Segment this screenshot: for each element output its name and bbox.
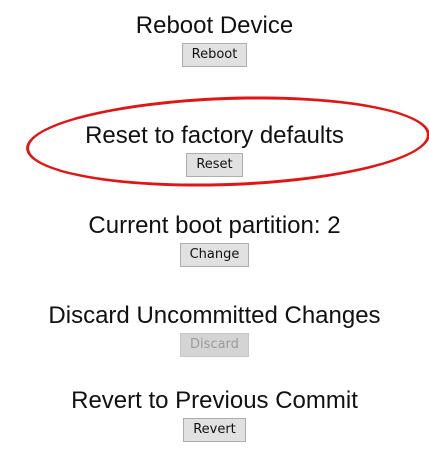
revert-section: Revert to Previous Commit Revert [0,387,429,442]
reset-section: Reset to factory defaults Reset [0,122,429,177]
revert-heading: Revert to Previous Commit [71,387,358,414]
reset-heading: Reset to factory defaults [85,122,344,149]
discard-heading: Discard Uncommitted Changes [48,302,381,329]
boot-partition-heading: Current boot partition: 2 [88,212,341,239]
discard-section: Discard Uncommitted Changes Discard [0,302,429,357]
boot-partition-section: Current boot partition: 2 Change [0,212,429,267]
reboot-heading: Reboot Device [135,12,294,39]
reset-button[interactable]: Reset [186,153,243,177]
reboot-section: Reboot Device Reboot [0,12,429,67]
change-partition-button[interactable]: Change [179,243,250,267]
discard-button[interactable]: Discard [180,333,249,357]
reboot-button[interactable]: Reboot [181,43,248,67]
revert-button[interactable]: Revert [183,418,246,442]
